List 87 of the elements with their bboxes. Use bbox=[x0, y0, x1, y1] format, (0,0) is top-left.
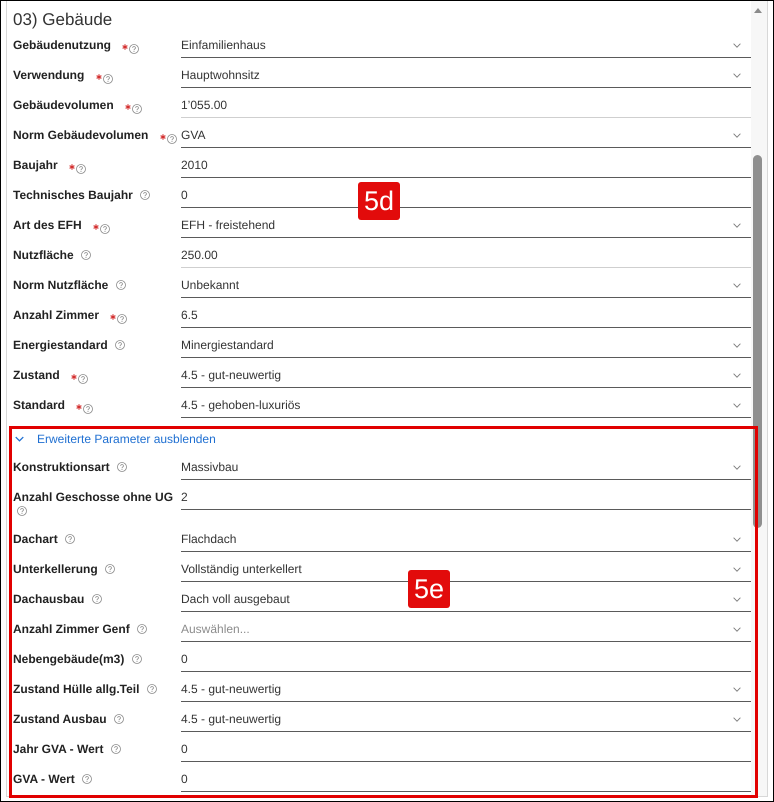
field-label: Jahr GVA - Wert bbox=[13, 742, 104, 756]
select-field[interactable]: Einfamilienhaus bbox=[181, 31, 751, 58]
field-label: Anzahl Zimmer bbox=[13, 308, 100, 322]
select-field[interactable]: 4.5 - gut-neuwertig bbox=[181, 705, 751, 732]
help-icon[interactable] bbox=[100, 224, 110, 234]
help-icon[interactable] bbox=[92, 594, 102, 604]
select-field[interactable]: Flachdach bbox=[181, 525, 751, 552]
field-label: Verwendung bbox=[13, 68, 84, 82]
field-label: Zustand bbox=[13, 368, 60, 382]
select-field[interactable]: Massivbau bbox=[181, 453, 751, 480]
help-icon[interactable] bbox=[129, 44, 140, 54]
help-icon[interactable] bbox=[146, 684, 157, 694]
input-field[interactable]: 0 bbox=[181, 765, 751, 792]
help-icon[interactable] bbox=[110, 744, 121, 754]
field-label: Dachart bbox=[13, 532, 58, 546]
annotation-badge: 5d bbox=[358, 182, 400, 220]
field-label: Zustand Hülle allg.Teil bbox=[13, 682, 140, 696]
field-label: Nebengebäude(m3) bbox=[13, 652, 124, 666]
help-icon[interactable] bbox=[132, 654, 142, 664]
input-field[interactable]: 6.5 bbox=[181, 301, 751, 328]
scrollbar[interactable] bbox=[751, 1, 767, 796]
select-field[interactable]: 4.5 - gehoben-luxuriös bbox=[181, 391, 751, 418]
field-label: Dachausbau bbox=[13, 592, 84, 606]
help-icon[interactable] bbox=[114, 714, 124, 724]
chevron-down-icon bbox=[733, 464, 741, 470]
chevron-down-icon bbox=[733, 282, 741, 288]
field-label: Anzahl Geschosse ohne UG bbox=[13, 490, 174, 504]
field-label: Baujahr bbox=[13, 158, 58, 172]
chevron-down-icon bbox=[733, 536, 741, 542]
chevron-down-icon bbox=[733, 342, 741, 348]
field-label: GVA - Wert bbox=[13, 772, 75, 786]
help-icon[interactable] bbox=[115, 340, 126, 350]
chevron-down-icon bbox=[733, 402, 741, 408]
help-icon[interactable] bbox=[102, 74, 113, 84]
chevron-down-icon bbox=[733, 686, 741, 692]
help-icon[interactable] bbox=[117, 462, 128, 472]
input-field[interactable]: 0 bbox=[181, 645, 751, 672]
chevron-down-icon bbox=[733, 596, 741, 602]
field-label: Gebäudevolumen bbox=[13, 98, 114, 112]
input-field[interactable]: 0 bbox=[181, 735, 751, 762]
chevron-down-icon bbox=[733, 222, 741, 228]
input-field[interactable]: 2 bbox=[181, 483, 751, 510]
advanced-toggle[interactable]: Erweiterte Parameter ausblenden bbox=[13, 429, 216, 453]
select-field[interactable]: Unbekannt bbox=[181, 271, 751, 298]
field-label: Technisches Baujahr bbox=[13, 188, 133, 202]
field-label: Konstruktionsart bbox=[13, 460, 110, 474]
help-icon[interactable] bbox=[78, 374, 88, 384]
chevron-down-icon bbox=[733, 372, 741, 378]
chevron-down-icon bbox=[733, 42, 741, 48]
select-field[interactable]: 4.5 - gut-neuwertig bbox=[181, 675, 751, 702]
input-field[interactable]: 2010 bbox=[181, 151, 751, 178]
chevron-down-icon bbox=[733, 132, 741, 138]
select-field[interactable]: GVA bbox=[181, 121, 751, 148]
scrollbar-thumb[interactable] bbox=[753, 155, 762, 528]
select-field[interactable]: Hauptwohnsitz bbox=[181, 61, 751, 88]
help-icon[interactable] bbox=[65, 534, 76, 544]
field-label: Energiestandard bbox=[13, 338, 108, 352]
select-field[interactable]: 4.5 - gut-neuwertig bbox=[181, 361, 751, 388]
chevron-down-icon bbox=[15, 436, 24, 442]
field-label: Norm Nutzfläche bbox=[13, 278, 108, 292]
select-field[interactable]: Minergiestandard bbox=[181, 331, 751, 358]
help-icon[interactable] bbox=[105, 564, 116, 574]
field-label: Standard bbox=[13, 398, 66, 412]
help-icon[interactable] bbox=[166, 134, 177, 144]
field-label: Gebäudenutzung bbox=[13, 38, 111, 52]
field-label: Zustand Ausbau bbox=[13, 712, 107, 726]
scroll-up-arrow-icon[interactable] bbox=[754, 8, 762, 13]
field-label: Nutzfläche bbox=[13, 248, 74, 262]
help-icon[interactable] bbox=[116, 280, 126, 290]
field-label: Norm Gebäudevolumen bbox=[13, 128, 148, 142]
field-label: Unterkellerung bbox=[13, 562, 98, 576]
section-title: 03) Gebäude bbox=[13, 9, 114, 31]
help-icon[interactable] bbox=[137, 624, 148, 634]
help-icon[interactable] bbox=[140, 190, 150, 200]
chevron-down-icon bbox=[733, 566, 741, 572]
field-label: Art des EFH bbox=[13, 218, 82, 232]
help-icon[interactable] bbox=[82, 774, 92, 784]
help-icon[interactable] bbox=[83, 404, 94, 414]
field-label: Anzahl Zimmer Genf bbox=[13, 622, 130, 636]
annotation-badge: 5e bbox=[408, 570, 450, 608]
help-icon[interactable] bbox=[76, 164, 86, 174]
help-icon[interactable] bbox=[117, 314, 128, 324]
chevron-down-icon bbox=[733, 716, 741, 722]
chevron-down-icon bbox=[733, 626, 741, 632]
chevron-down-icon bbox=[733, 72, 741, 78]
help-icon[interactable] bbox=[132, 104, 142, 114]
help-icon[interactable] bbox=[17, 506, 27, 516]
